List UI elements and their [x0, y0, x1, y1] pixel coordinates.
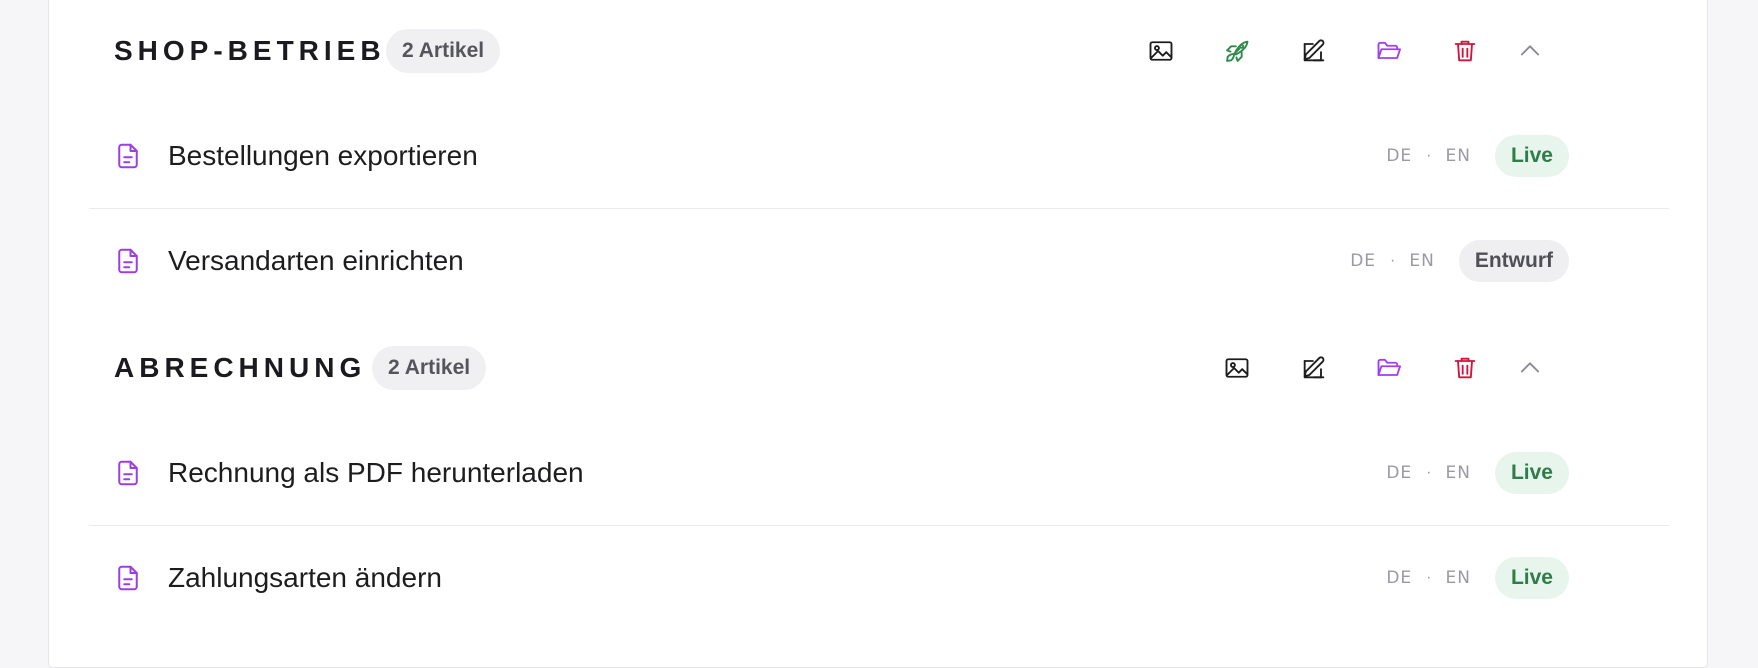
- language-de: DE: [1386, 462, 1413, 483]
- article-meta: DE · EN Live: [1386, 556, 1569, 599]
- folder-icon: [1377, 358, 1402, 376]
- language-de: DE: [1386, 145, 1413, 166]
- document-icon: [118, 460, 138, 485]
- language-en: EN: [1409, 250, 1435, 271]
- image-button[interactable]: [1143, 33, 1179, 69]
- article-title[interactable]: Rechnung als PDF herunterladen: [168, 457, 584, 489]
- chevron-up-icon: [1520, 45, 1540, 56]
- article-title[interactable]: Versandarten einrichten: [168, 245, 464, 277]
- category-panel: SHOP-BETRIEB 2 Artikel Bestellungen expo…: [48, 0, 1708, 668]
- image-icon: [1225, 358, 1249, 378]
- folder-icon: [1377, 41, 1402, 59]
- collapse-button[interactable]: [1512, 350, 1548, 386]
- document-icon: [118, 248, 138, 273]
- trash-icon: [1454, 357, 1476, 379]
- separator: ·: [1426, 568, 1432, 586]
- section-header: SHOP-BETRIEB 2 Artikel: [49, 21, 1707, 81]
- document-icon: [118, 143, 138, 168]
- trash-icon: [1454, 40, 1476, 62]
- edit-button[interactable]: [1296, 350, 1332, 386]
- delete-button[interactable]: [1447, 33, 1483, 69]
- section-actions: [49, 21, 1709, 81]
- article-row[interactable]: Bestellungen exportieren DE · EN Live: [89, 103, 1669, 209]
- status-badge: Live: [1494, 451, 1569, 494]
- article-meta: DE · EN Live: [1386, 134, 1569, 177]
- language-de: DE: [1350, 250, 1377, 271]
- article-title[interactable]: Bestellungen exportieren: [168, 140, 478, 172]
- language-en: EN: [1445, 145, 1471, 166]
- status-badge: Entwurf: [1458, 239, 1569, 282]
- open-folder-button[interactable]: [1371, 350, 1407, 386]
- article-row[interactable]: Rechnung als PDF herunterladen DE · EN L…: [89, 420, 1669, 526]
- article-meta: DE · EN Entwurf: [1350, 239, 1569, 282]
- separator: ·: [1426, 463, 1432, 481]
- collapse-button[interactable]: [1512, 33, 1548, 69]
- article-title[interactable]: Zahlungsarten ändern: [168, 562, 442, 594]
- chevron-up-icon: [1520, 362, 1540, 373]
- language-en: EN: [1445, 462, 1471, 483]
- separator: ·: [1390, 251, 1396, 269]
- document-icon: [118, 565, 138, 590]
- image-icon: [1149, 41, 1173, 61]
- open-folder-button[interactable]: [1371, 33, 1407, 69]
- edit-button[interactable]: [1296, 33, 1332, 69]
- section-header: ABRECHNUNG 2 Artikel: [49, 338, 1707, 398]
- rocket-icon: [1226, 40, 1249, 62]
- article-row[interactable]: Zahlungsarten ändern DE · EN Live: [89, 525, 1669, 630]
- status-badge: Live: [1494, 134, 1569, 177]
- separator: ·: [1426, 146, 1432, 164]
- image-button[interactable]: [1219, 350, 1255, 386]
- article-row[interactable]: Versandarten einrichten DE · EN Entwurf: [89, 208, 1669, 313]
- publish-button[interactable]: [1219, 33, 1255, 69]
- language-de: DE: [1386, 567, 1413, 588]
- section-actions: [49, 338, 1709, 398]
- delete-button[interactable]: [1447, 350, 1483, 386]
- edit-icon: [1303, 356, 1325, 379]
- article-meta: DE · EN Live: [1386, 451, 1569, 494]
- status-badge: Live: [1494, 556, 1569, 599]
- language-en: EN: [1445, 567, 1471, 588]
- edit-icon: [1303, 39, 1325, 62]
